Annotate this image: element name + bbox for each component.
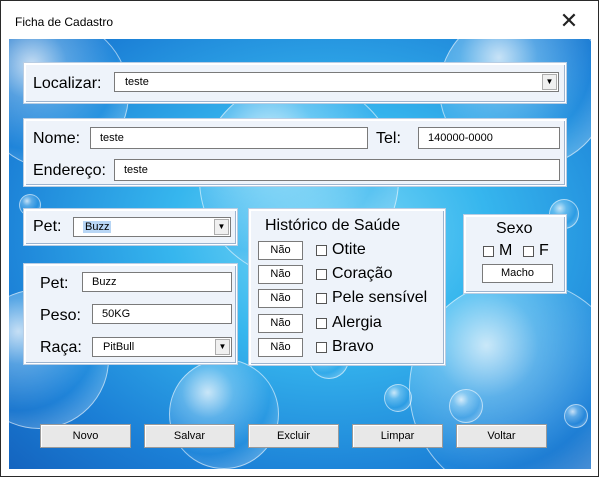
pet-details-panel: Pet: Buzz Peso: 50KG Raça: PitBull ▼ [24,264,237,364]
weight-field[interactable]: 50KG [92,304,232,324]
health-title: Histórico de Saúde [265,217,401,234]
address-field[interactable]: teste [114,159,560,181]
alergia-value[interactable]: Não [258,314,303,333]
pet-select-panel: Pet: Buzz ▼ [24,209,237,245]
sex-m-label: M [499,242,513,259]
chevron-down-icon[interactable]: ▼ [542,74,557,90]
back-button[interactable]: Voltar [456,424,547,448]
bravo-checkbox[interactable] [316,342,327,353]
bravo-label: Bravo [332,338,374,355]
bubble-decoration [384,384,412,412]
pele-sensivel-checkbox[interactable] [316,293,327,304]
bubble-decoration [449,389,483,423]
search-panel: Localizar: teste ▼ [24,63,566,103]
form-background: Localizar: teste ▼ Nome: teste Tel: 1400… [9,39,591,469]
chevron-down-icon[interactable]: ▼ [214,219,229,235]
otite-value[interactable]: Não [258,241,303,260]
sex-title: Sexo [496,220,533,237]
save-button[interactable]: Salvar [144,424,235,448]
sex-m-checkbox[interactable] [483,246,494,257]
sex-f-checkbox[interactable] [523,246,534,257]
weight-label: Peso: [40,307,81,324]
name-label: Nome: [33,130,81,147]
tel-label: Tel: [376,130,401,147]
sex-f-label: F [539,242,549,259]
delete-button[interactable]: Excluir [248,424,339,448]
pet-select-label: Pet: [33,218,62,235]
breed-label: Raça: [40,339,82,356]
breed-value: PitBull [103,341,135,353]
coracao-checkbox[interactable] [316,269,327,280]
alergia-checkbox[interactable] [316,318,327,329]
breed-combobox[interactable]: PitBull ▼ [92,337,232,357]
search-combobox[interactable]: teste ▼ [114,72,559,92]
tel-field[interactable]: 140000-0000 [418,127,560,149]
pet-select-combobox[interactable]: Buzz ▼ [73,217,231,237]
otite-label: Otite [332,241,366,258]
coracao-label: Coração [332,265,393,282]
pet-label: Pet: [40,275,69,292]
name-field[interactable]: teste [90,127,368,149]
form-window: Ficha de Cadastro ✕ Localizar: teste ▼ N… [0,0,599,477]
sex-value[interactable]: Macho [482,264,553,283]
pele-sensivel-label: Pele sensível [332,289,428,306]
title-bar: Ficha de Cadastro ✕ [1,1,598,39]
bubble-decoration [169,359,279,469]
search-value: teste [125,76,149,88]
alergia-label: Alergia [332,314,382,331]
contact-panel: Nome: teste Tel: 140000-0000 Endereço: t… [24,119,566,186]
address-label: Endereço: [33,162,106,179]
pele-sensivel-value[interactable]: Não [258,289,303,308]
bravo-value[interactable]: Não [258,338,303,357]
pet-select-value: Buzz [83,221,112,233]
chevron-down-icon[interactable]: ▼ [215,339,230,355]
new-button[interactable]: Novo [40,424,131,448]
close-icon[interactable]: ✕ [554,7,584,35]
coracao-value[interactable]: Não [258,265,303,284]
otite-checkbox[interactable] [316,245,327,256]
pet-name-field[interactable]: Buzz [82,272,232,292]
sex-panel: Sexo M F Macho [464,215,566,293]
bubble-decoration [564,404,588,428]
window-title: Ficha de Cadastro [15,15,114,29]
clear-button[interactable]: Limpar [352,424,443,448]
search-label: Localizar: [33,75,102,92]
health-history-panel: Histórico de Saúde Não Otite Não Coração… [249,209,445,365]
